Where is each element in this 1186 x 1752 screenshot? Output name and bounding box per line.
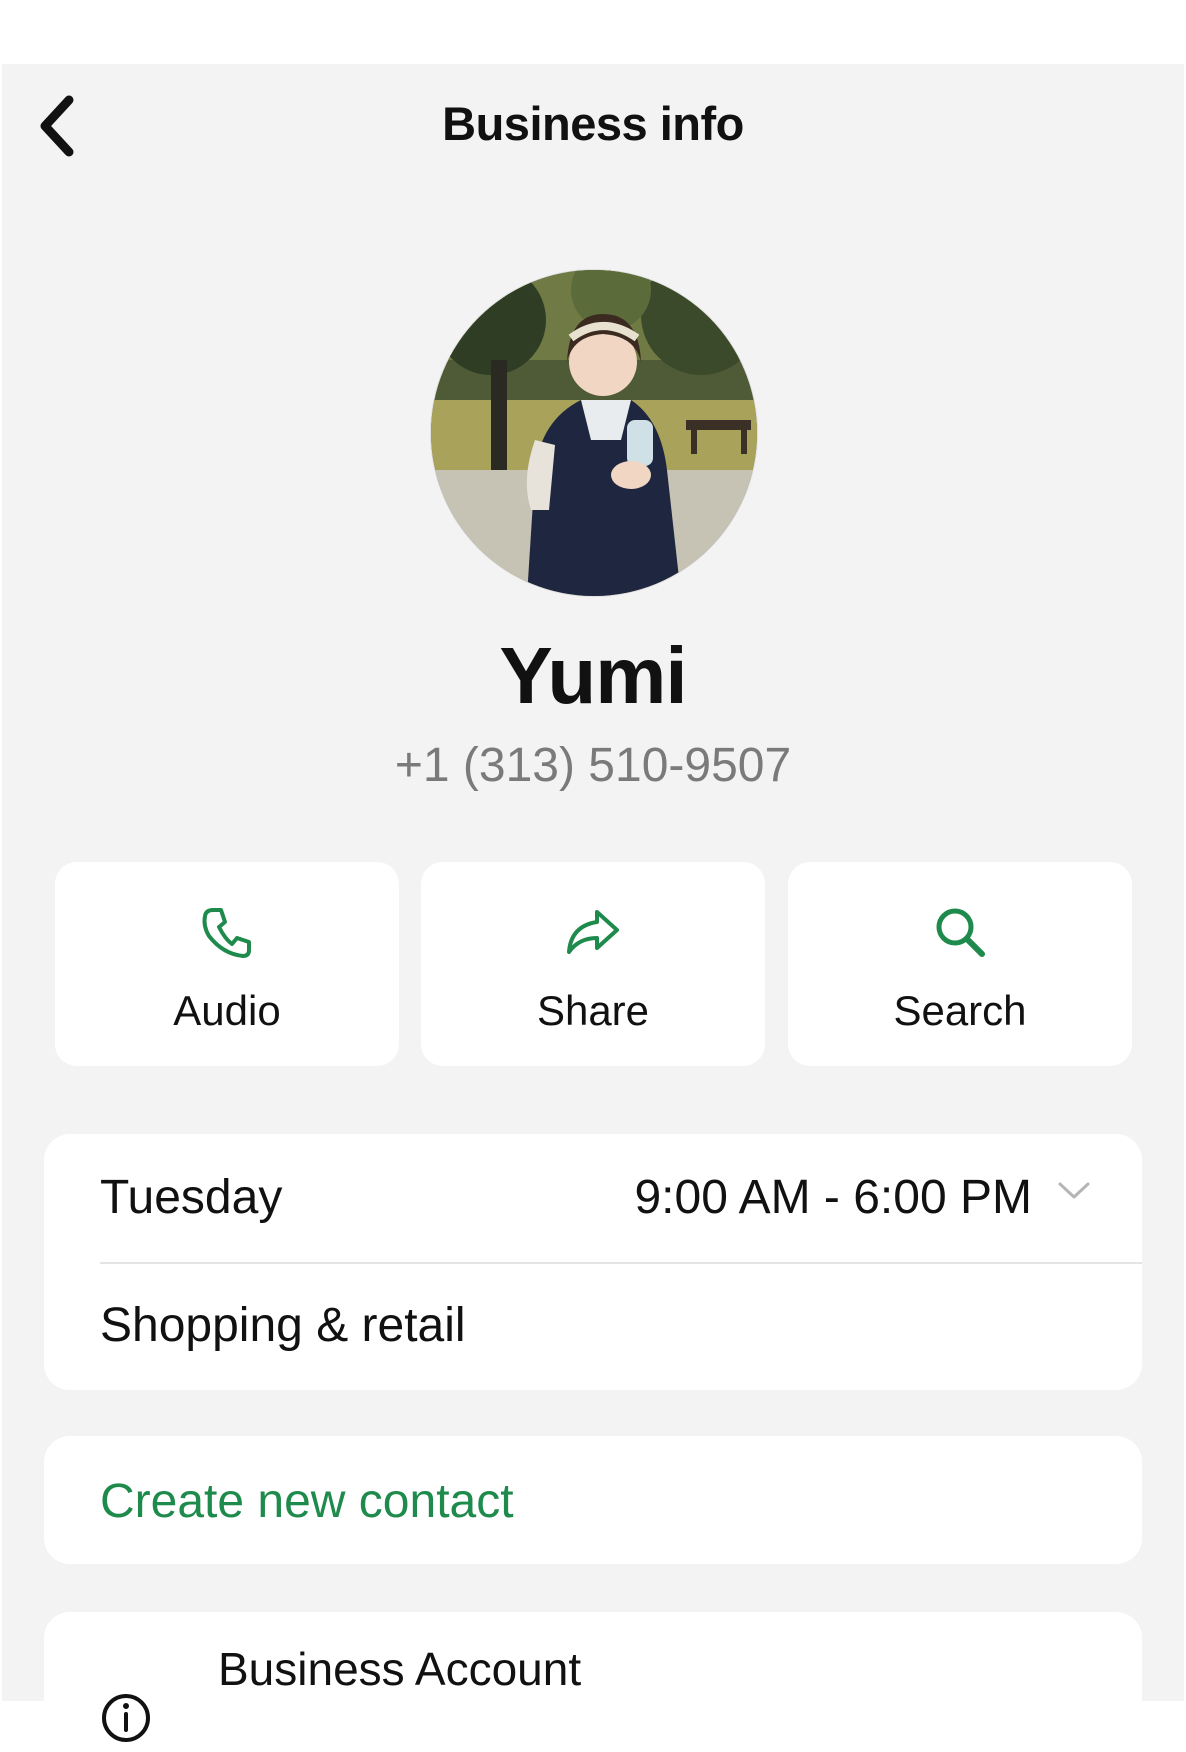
search-button[interactable]: Search [788,862,1132,1066]
share-arrow-icon [563,902,623,962]
search-label: Search [893,987,1027,1034]
divider [100,1262,1142,1264]
share-label: Share [536,987,650,1034]
avatar[interactable] [431,270,757,596]
business-account-card[interactable]: Business Account [44,1612,1142,1752]
contact-name: Yumi [499,631,687,720]
chevron-down-icon [1058,1182,1090,1199]
audio-call-button[interactable]: Audio [55,862,399,1066]
contact-phone: +1 (313) 510-9507 [394,739,792,792]
business-category: Shopping & retail [100,1299,466,1352]
share-button[interactable]: Share [421,862,765,1066]
audio-label: Audio [173,987,281,1034]
search-icon [930,902,990,962]
page-title: Business info [442,97,744,150]
business-account-title: Business Account [218,1643,582,1695]
hours-time: 9:00 AM - 6:00 PM [634,1171,1032,1224]
phone-icon [197,902,257,962]
hours-day: Tuesday [100,1171,283,1224]
create-contact-card: Create new contact [44,1436,1142,1564]
business-hours-row[interactable]: Tuesday 9:00 AM - 6:00 PM [44,1134,1142,1262]
business-details-card: Tuesday 9:00 AM - 6:00 PM Shopping & ret… [44,1134,1142,1390]
create-new-contact-button[interactable]: Create new contact [100,1474,514,1529]
